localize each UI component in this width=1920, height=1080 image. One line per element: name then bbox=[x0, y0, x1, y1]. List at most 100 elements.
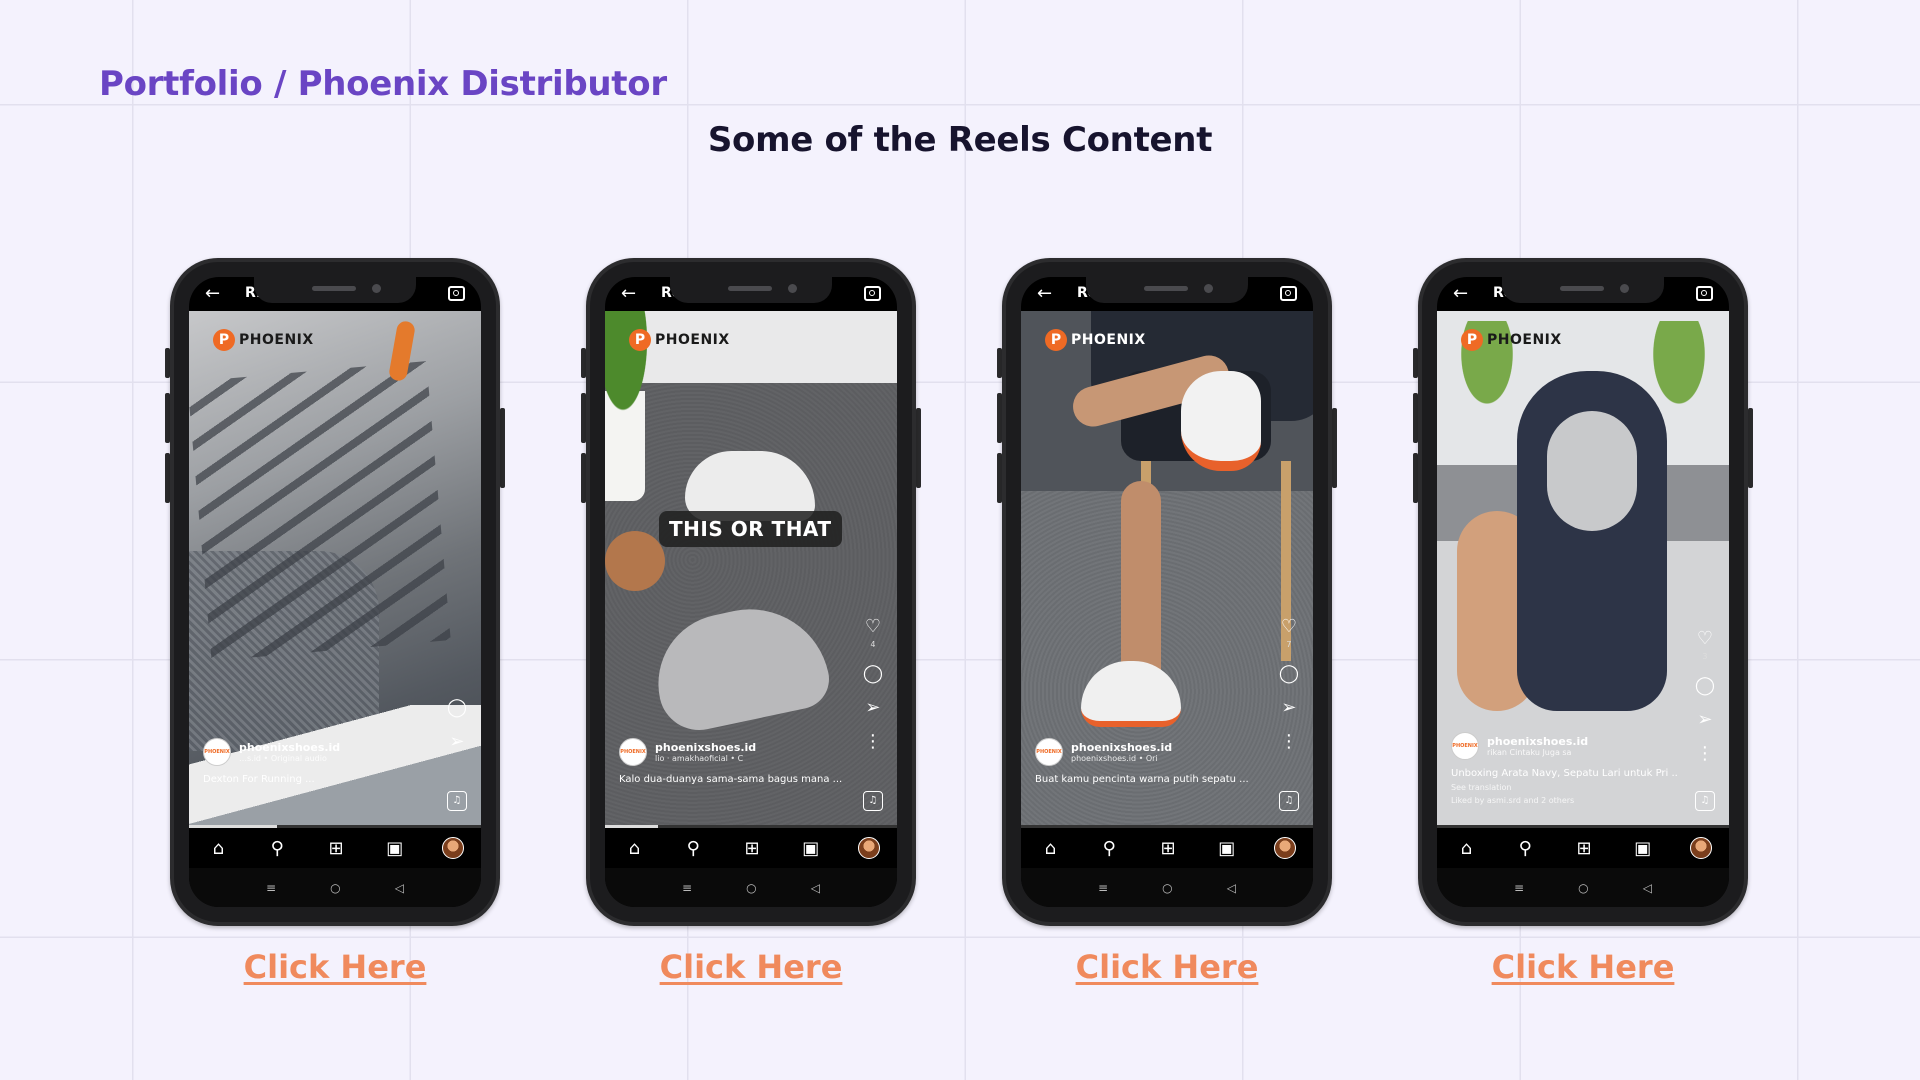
music-icon[interactable]: ♫ bbox=[1279, 791, 1299, 811]
home-circle-icon[interactable]: ○ bbox=[1578, 881, 1588, 895]
phone-mockup-4: ← Re... PPHOENIX ♡ 3 ◯ ➢ ⋮ PHOENIX phoen… bbox=[1413, 258, 1753, 926]
more-icon[interactable]: ⋮ bbox=[864, 733, 882, 751]
system-nav-bar: ≡ ○ ◁ bbox=[189, 868, 481, 907]
username[interactable]: phoenixshoes.id bbox=[1487, 735, 1588, 748]
home-circle-icon[interactable]: ○ bbox=[1162, 881, 1172, 895]
reel-info: PHOENIX phoenixshoes.id lio · amakhaofic… bbox=[619, 738, 845, 785]
comment-icon[interactable]: ◯ bbox=[1279, 665, 1299, 683]
liked-by-text[interactable]: Liked by asmi.srd and 2 others bbox=[1451, 796, 1677, 805]
menu-icon[interactable]: ≡ bbox=[682, 881, 692, 895]
add-post-icon[interactable]: ⊞ bbox=[1156, 838, 1180, 859]
search-icon[interactable]: ⚲ bbox=[1097, 838, 1121, 859]
add-post-icon[interactable]: ⊞ bbox=[1572, 838, 1596, 859]
reel-video[interactable]: P PHOENIX ♡ 3 ◯ ➢ ⋮ PHOENIX phoenixshoes.… bbox=[1437, 311, 1729, 825]
back-triangle-icon[interactable]: ◁ bbox=[1227, 881, 1236, 895]
camera-icon[interactable] bbox=[1280, 286, 1297, 301]
heart-icon[interactable]: ♡ bbox=[865, 618, 881, 636]
username[interactable]: phoenixshoes.id bbox=[1071, 741, 1172, 754]
menu-icon[interactable]: ≡ bbox=[1098, 881, 1108, 895]
menu-icon[interactable]: ≡ bbox=[1514, 881, 1524, 895]
phone-screen: ← R... PPHOENIX ◯ ➢ PHOENIX phoenixshoes… bbox=[189, 277, 481, 907]
profile-avatar[interactable] bbox=[857, 837, 880, 859]
bottom-nav: ⌂ ⚲ ⊞ ▣ bbox=[605, 828, 897, 868]
comment-icon[interactable]: ◯ bbox=[447, 699, 467, 717]
home-circle-icon[interactable]: ○ bbox=[746, 881, 756, 895]
share-icon[interactable]: ➢ bbox=[449, 733, 464, 751]
bottom-nav: ⌂ ⚲ ⊞ ▣ bbox=[1437, 828, 1729, 868]
more-icon[interactable]: ⋮ bbox=[1696, 745, 1714, 763]
share-icon[interactable]: ➢ bbox=[1697, 711, 1712, 729]
audio-label[interactable]: …s.id • Original audio bbox=[239, 754, 340, 763]
add-post-icon[interactable]: ⊞ bbox=[324, 838, 348, 859]
home-circle-icon[interactable]: ○ bbox=[330, 881, 340, 895]
reels-icon[interactable]: ▣ bbox=[799, 838, 823, 859]
profile-avatar[interactable] bbox=[1273, 837, 1296, 859]
phone-screen: ← Reels PPHOENIX ♡ 7 ◯ ➢ ⋮ PHOENIX pho bbox=[1021, 277, 1313, 907]
avatar[interactable]: PHOENIX bbox=[203, 738, 231, 766]
click-here-link-4[interactable]: Click Here bbox=[1418, 948, 1748, 986]
heart-icon[interactable]: ♡ bbox=[1281, 618, 1297, 636]
comment-icon[interactable]: ◯ bbox=[1695, 677, 1715, 695]
reel-caption[interactable]: Unboxing Arata Navy, Sepatu Lari untuk P… bbox=[1451, 768, 1677, 779]
add-post-icon[interactable]: ⊞ bbox=[740, 838, 764, 859]
profile-avatar[interactable] bbox=[1689, 837, 1712, 859]
reel-video[interactable]: THIS OR THAT P PHOENIX ♡ 4 ◯ ➢ ⋮ PHOENIX … bbox=[605, 311, 897, 825]
back-arrow-icon[interactable]: ← bbox=[205, 283, 220, 304]
reel-caption[interactable]: Dexton For Running ... bbox=[203, 774, 429, 785]
more-icon[interactable]: ⋮ bbox=[1280, 733, 1298, 751]
menu-icon[interactable]: ≡ bbox=[266, 881, 276, 895]
home-icon[interactable]: ⌂ bbox=[206, 838, 230, 859]
back-triangle-icon[interactable]: ◁ bbox=[395, 881, 404, 895]
back-arrow-icon[interactable]: ← bbox=[621, 283, 636, 304]
phoenix-logo: P PHOENIX bbox=[1461, 329, 1562, 351]
reels-icon[interactable]: ▣ bbox=[383, 838, 407, 859]
search-icon[interactable]: ⚲ bbox=[681, 838, 705, 859]
phoenix-logo: P PHOENIX bbox=[1045, 329, 1146, 351]
search-icon[interactable]: ⚲ bbox=[265, 838, 289, 859]
reels-icon[interactable]: ▣ bbox=[1215, 838, 1239, 859]
comment-icon[interactable]: ◯ bbox=[863, 665, 883, 683]
reel-actions: ◯ ➢ bbox=[447, 699, 467, 751]
home-icon[interactable]: ⌂ bbox=[1038, 838, 1062, 859]
reel-video[interactable]: P PHOENIX ◯ ➢ PHOENIX phoenixshoes.id …s.… bbox=[189, 311, 481, 825]
back-triangle-icon[interactable]: ◁ bbox=[1643, 881, 1652, 895]
bottom-nav: ⌂ ⚲ ⊞ ▣ bbox=[189, 828, 481, 868]
reel-video[interactable]: P PHOENIX ♡ 7 ◯ ➢ ⋮ PHOENIX phoenixshoes.… bbox=[1021, 311, 1313, 825]
click-here-link-2[interactable]: Click Here bbox=[586, 948, 916, 986]
home-icon[interactable]: ⌂ bbox=[622, 838, 646, 859]
click-here-link-1[interactable]: Click Here bbox=[170, 948, 500, 986]
share-icon[interactable]: ➢ bbox=[865, 699, 880, 717]
reel-caption[interactable]: Kalo dua-duanya sama-sama bagus mana ... bbox=[619, 774, 845, 785]
reel-actions: ♡ 7 ◯ ➢ ⋮ bbox=[1279, 618, 1299, 751]
home-icon[interactable]: ⌂ bbox=[1454, 838, 1478, 859]
phoenix-logo: P PHOENIX bbox=[629, 329, 730, 351]
reels-icon[interactable]: ▣ bbox=[1631, 838, 1655, 859]
audio-label[interactable]: lio · amakhaoficial • C bbox=[655, 754, 756, 763]
avatar[interactable]: PHOENIX bbox=[1451, 732, 1479, 760]
reel-caption[interactable]: Buat kamu pencinta warna putih sepatu ..… bbox=[1035, 774, 1261, 785]
avatar[interactable]: PHOENIX bbox=[619, 738, 647, 766]
search-icon[interactable]: ⚲ bbox=[1513, 838, 1537, 859]
click-here-link-3[interactable]: Click Here bbox=[1002, 948, 1332, 986]
back-triangle-icon[interactable]: ◁ bbox=[811, 881, 820, 895]
username[interactable]: phoenixshoes.id bbox=[655, 741, 756, 754]
see-translation-link[interactable]: See translation bbox=[1451, 783, 1677, 792]
profile-avatar[interactable] bbox=[441, 837, 464, 859]
audio-label[interactable]: phoenixshoes.id • Ori bbox=[1071, 754, 1172, 763]
back-arrow-icon[interactable]: ← bbox=[1453, 283, 1468, 304]
back-arrow-icon[interactable]: ← bbox=[1037, 283, 1052, 304]
audio-label[interactable]: rikan Cintaku Juga sa bbox=[1487, 748, 1588, 757]
camera-icon[interactable] bbox=[1696, 286, 1713, 301]
reel-info: PHOENIX phoenixshoes.id phoenixshoes.id … bbox=[1035, 738, 1261, 785]
phone-screen: ← Re... PPHOENIX ♡ 3 ◯ ➢ ⋮ PHOENIX phoen… bbox=[1437, 277, 1729, 907]
music-icon[interactable]: ♫ bbox=[1695, 791, 1715, 811]
system-nav-bar: ≡ ○ ◁ bbox=[605, 868, 897, 907]
music-icon[interactable]: ♫ bbox=[863, 791, 883, 811]
camera-icon[interactable] bbox=[864, 286, 881, 301]
share-icon[interactable]: ➢ bbox=[1281, 699, 1296, 717]
username[interactable]: phoenixshoes.id bbox=[239, 741, 340, 754]
avatar[interactable]: PHOENIX bbox=[1035, 738, 1063, 766]
heart-icon[interactable]: ♡ bbox=[1697, 630, 1713, 648]
music-icon[interactable]: ♫ bbox=[447, 791, 467, 811]
camera-icon[interactable] bbox=[448, 286, 465, 301]
